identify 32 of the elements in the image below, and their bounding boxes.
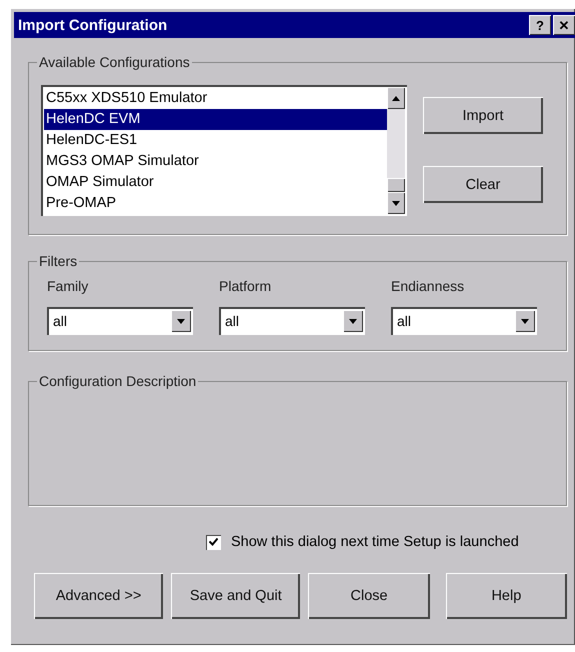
dialog-button[interactable]: Clear — [423, 166, 543, 203]
close-button[interactable]: ✕ — [553, 15, 575, 35]
list-item[interactable]: C55xx XDS510 Emulator — [44, 88, 387, 109]
dropdown-field[interactable]: all — [219, 307, 365, 335]
field-label: Family — [47, 278, 90, 294]
list-item[interactable]: HelenDC EVM — [44, 109, 387, 130]
list-item[interactable]: HelenDC-ES1 — [44, 130, 387, 151]
dialog-button[interactable]: Close — [308, 573, 430, 619]
help-button[interactable]: ? — [529, 15, 551, 35]
scroll-down-icon[interactable] — [387, 192, 405, 214]
checkmark-icon — [209, 538, 218, 546]
list-item[interactable]: OMAP Simulator — [44, 172, 387, 193]
dialog-button[interactable]: Save and Quit — [171, 573, 300, 619]
dropdown-field[interactable]: all — [47, 307, 193, 335]
scroll-thumb[interactable] — [387, 178, 405, 192]
dialog-button[interactable]: Import — [423, 97, 543, 134]
checkbox-label[interactable]: Show this dialog next time Setup is launched — [231, 534, 519, 550]
field-label: Endianness — [391, 278, 466, 294]
list-item[interactable]: Pre-OMAP — [44, 193, 387, 214]
checkbox[interactable] — [206, 534, 221, 550]
dialog-button[interactable]: Help — [446, 573, 567, 619]
window-title: Import Configuration — [18, 16, 168, 34]
configuration-list[interactable]: C55xx XDS510 Emulator HelenDC EVM HelenDC-ES1 MGS3 OMAP Simulator OMAP Simulator Pre-OMAP — [41, 85, 407, 216]
list-item[interactable]: MGS3 OMAP Simulator — [44, 151, 387, 172]
scroll-up-icon[interactable] — [387, 87, 405, 109]
dropdown-field[interactable]: all — [391, 307, 537, 335]
field-label: Platform — [219, 278, 272, 294]
group-label: Configuration Description — [37, 373, 198, 389]
dialog-button[interactable]: Advanced >> — [34, 573, 164, 619]
group-label: Filters — [37, 253, 80, 269]
group-label: Available Configurations — [37, 54, 192, 70]
scrollbar[interactable] — [387, 87, 405, 214]
